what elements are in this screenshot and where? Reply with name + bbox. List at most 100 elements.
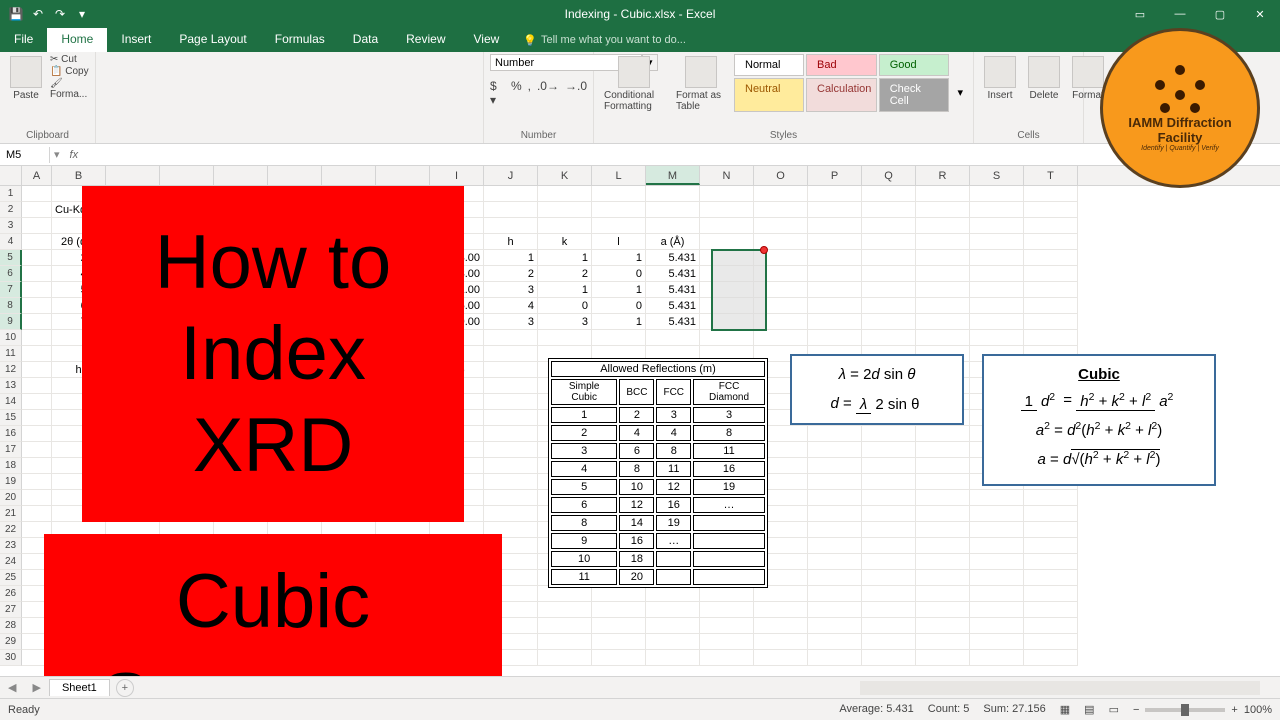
cell[interactable] xyxy=(1024,298,1078,314)
cell[interactable] xyxy=(970,650,1024,666)
cell[interactable] xyxy=(970,554,1024,570)
zoom-slider[interactable] xyxy=(1145,708,1225,712)
cell[interactable] xyxy=(808,250,862,266)
cell[interactable] xyxy=(916,442,970,458)
decrease-decimal-icon[interactable]: →.0 xyxy=(565,79,587,107)
row-header[interactable]: 30 xyxy=(0,650,22,666)
increase-decimal-icon[interactable]: .0→ xyxy=(537,79,559,107)
cell[interactable] xyxy=(592,586,646,602)
row-header[interactable]: 25 xyxy=(0,570,22,586)
cell[interactable] xyxy=(754,634,808,650)
cell[interactable] xyxy=(646,634,700,650)
cell[interactable] xyxy=(484,442,538,458)
cell[interactable] xyxy=(808,634,862,650)
row-header[interactable]: 10 xyxy=(0,330,22,346)
row-header[interactable]: 7 xyxy=(0,282,22,298)
cell[interactable] xyxy=(970,586,1024,602)
cell[interactable] xyxy=(970,506,1024,522)
col-header[interactable]: O xyxy=(754,166,808,185)
cell[interactable] xyxy=(808,314,862,330)
cell[interactable] xyxy=(22,442,52,458)
cell[interactable] xyxy=(862,250,916,266)
cell[interactable] xyxy=(538,218,592,234)
sheet-tab[interactable]: Sheet1 xyxy=(49,679,110,696)
cell[interactable] xyxy=(700,634,754,650)
cell[interactable] xyxy=(1024,586,1078,602)
cell[interactable] xyxy=(1024,202,1078,218)
cell[interactable] xyxy=(646,330,700,346)
cell[interactable] xyxy=(700,618,754,634)
col-header[interactable]: A xyxy=(22,166,52,185)
row-header[interactable]: 29 xyxy=(0,634,22,650)
save-icon[interactable]: 💾 xyxy=(6,4,26,24)
cell[interactable] xyxy=(970,298,1024,314)
cell[interactable] xyxy=(808,602,862,618)
cell[interactable] xyxy=(862,282,916,298)
col-header[interactable]: T xyxy=(1024,166,1078,185)
cell[interactable] xyxy=(862,602,916,618)
cell[interactable] xyxy=(916,522,970,538)
col-header[interactable] xyxy=(322,166,376,185)
name-box[interactable]: M5 xyxy=(0,147,50,163)
cell[interactable]: 2 xyxy=(538,266,592,282)
cell[interactable] xyxy=(538,186,592,202)
cell[interactable] xyxy=(916,570,970,586)
cell[interactable] xyxy=(808,554,862,570)
row-header[interactable]: 22 xyxy=(0,522,22,538)
cell[interactable] xyxy=(646,586,700,602)
cell[interactable] xyxy=(538,330,592,346)
cell[interactable] xyxy=(646,202,700,218)
cell[interactable] xyxy=(1024,650,1078,666)
qat-dropdown-icon[interactable]: ▾ xyxy=(72,4,92,24)
paste-button[interactable]: Paste xyxy=(6,54,46,103)
cell[interactable] xyxy=(22,346,52,362)
cell[interactable] xyxy=(862,330,916,346)
cell[interactable] xyxy=(700,650,754,666)
cell[interactable]: 5.431 xyxy=(646,266,700,282)
cell[interactable] xyxy=(538,586,592,602)
cell[interactable] xyxy=(970,618,1024,634)
cell[interactable] xyxy=(1024,554,1078,570)
namebox-dropdown-icon[interactable]: ▾ xyxy=(50,148,64,161)
cell[interactable] xyxy=(808,298,862,314)
cell[interactable] xyxy=(22,266,52,282)
cell[interactable]: 3 xyxy=(484,282,538,298)
cell[interactable]: 1 xyxy=(538,282,592,298)
cell[interactable]: 0 xyxy=(592,298,646,314)
cell[interactable] xyxy=(646,218,700,234)
zoom-out-icon[interactable]: − xyxy=(1133,704,1139,716)
format-painter-button[interactable]: 🖌 Forma... xyxy=(50,78,89,100)
cell[interactable] xyxy=(808,234,862,250)
cell[interactable] xyxy=(916,218,970,234)
cell[interactable] xyxy=(916,314,970,330)
cell[interactable] xyxy=(1024,522,1078,538)
cell[interactable] xyxy=(1024,234,1078,250)
cell[interactable] xyxy=(808,522,862,538)
cell[interactable] xyxy=(916,554,970,570)
cell[interactable] xyxy=(592,618,646,634)
cell[interactable]: h xyxy=(484,234,538,250)
cell[interactable] xyxy=(754,618,808,634)
cell[interactable] xyxy=(862,618,916,634)
cell[interactable] xyxy=(916,282,970,298)
cell[interactable] xyxy=(916,506,970,522)
cell[interactable] xyxy=(592,218,646,234)
cell[interactable] xyxy=(916,426,970,442)
cell[interactable] xyxy=(808,266,862,282)
cell[interactable] xyxy=(700,586,754,602)
cell[interactable] xyxy=(808,570,862,586)
tab-home[interactable]: Home xyxy=(47,28,107,52)
cell[interactable] xyxy=(916,202,970,218)
cell[interactable] xyxy=(970,490,1024,506)
cell[interactable] xyxy=(646,618,700,634)
view-page-layout-icon[interactable]: ▤ xyxy=(1084,703,1094,716)
cell[interactable] xyxy=(700,602,754,618)
cell[interactable] xyxy=(1024,506,1078,522)
cell[interactable] xyxy=(484,394,538,410)
cell[interactable] xyxy=(484,410,538,426)
cell[interactable] xyxy=(538,602,592,618)
col-header[interactable]: B xyxy=(52,166,106,185)
cell[interactable] xyxy=(862,554,916,570)
cell[interactable] xyxy=(916,266,970,282)
sheet-nav-prev-icon[interactable]: ◀ xyxy=(0,681,24,694)
